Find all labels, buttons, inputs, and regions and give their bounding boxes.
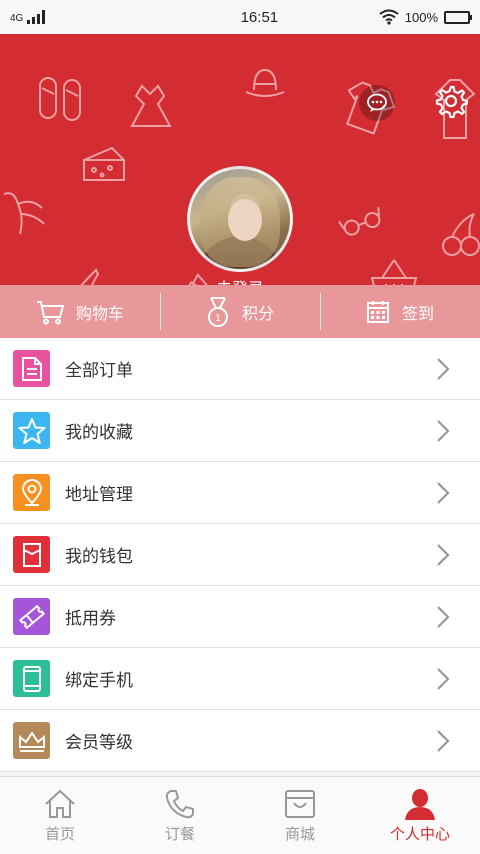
tab-label: 订餐 bbox=[164, 825, 195, 843]
gear-icon[interactable] bbox=[434, 84, 468, 118]
medal-icon: 1 bbox=[207, 296, 228, 327]
battery-icon bbox=[444, 10, 472, 24]
menu-item-label: 我的钱包 bbox=[65, 547, 133, 567]
menu-item-label: 会员等级 bbox=[65, 733, 133, 753]
lobster-icon bbox=[3, 192, 45, 235]
svg-text:1: 1 bbox=[215, 313, 221, 324]
menu-item-label: 绑定手机 bbox=[65, 671, 133, 691]
cart-label: 购物车 bbox=[75, 303, 124, 323]
avatar[interactable] bbox=[187, 166, 293, 272]
message-icon bbox=[367, 93, 387, 112]
menu-item-membership[interactable]: 会员等级 bbox=[0, 710, 480, 772]
cart-button[interactable]: 购物车 bbox=[0, 285, 160, 338]
menu-item-label: 地址管理 bbox=[65, 485, 133, 505]
message-button[interactable] bbox=[359, 85, 395, 121]
ticket-icon bbox=[13, 598, 50, 635]
tab-label: 商城 bbox=[284, 825, 315, 843]
chevron-right-icon bbox=[437, 606, 450, 628]
cheese-icon bbox=[83, 146, 125, 181]
quick-action-bar: 购物车 1 积分 签到 bbox=[0, 285, 480, 338]
tab-order[interactable]: 订餐 bbox=[120, 777, 240, 854]
chevron-right-icon bbox=[437, 730, 450, 752]
menu-item-label: 抵用券 bbox=[65, 609, 116, 629]
sandals-icon bbox=[39, 77, 81, 121]
bottom-tab-bar: 首页 订餐 商城 个人中心 bbox=[0, 776, 480, 854]
menu-item-coupons[interactable]: 抵用券 bbox=[0, 586, 480, 648]
status-left: 4G bbox=[10, 10, 160, 24]
tab-label: 首页 bbox=[44, 825, 75, 843]
chevron-right-icon bbox=[437, 544, 450, 566]
profile-header: 未登录 bbox=[0, 34, 480, 285]
tab-home[interactable]: 首页 bbox=[0, 777, 120, 854]
crown-icon bbox=[13, 722, 50, 759]
shop-bag-icon bbox=[285, 790, 315, 818]
network-label: 4G bbox=[10, 13, 24, 24]
chevron-right-icon bbox=[437, 420, 450, 442]
checkin-button[interactable]: 签到 bbox=[320, 285, 480, 338]
cherry-icon bbox=[442, 213, 480, 256]
phone-icon bbox=[13, 660, 50, 697]
login-status-label[interactable]: 未登录 bbox=[0, 275, 480, 285]
menu-item-favorites[interactable]: 我的收藏 bbox=[0, 400, 480, 462]
clock: 16:51 bbox=[240, 8, 279, 26]
wallet-icon bbox=[13, 536, 50, 573]
chevron-right-icon bbox=[437, 358, 450, 380]
cart-icon bbox=[36, 300, 64, 324]
tab-mall[interactable]: 商城 bbox=[240, 777, 360, 854]
phone-call-icon bbox=[165, 790, 194, 819]
document-icon bbox=[13, 350, 50, 387]
screen: 4G 16:51 100% 购物车 1 积分 签到 全部订单 我的收藏 地址管理… bbox=[0, 0, 480, 854]
home-icon bbox=[45, 789, 75, 818]
signal-icon bbox=[27, 10, 46, 24]
points-button[interactable]: 1 积分 bbox=[160, 285, 320, 338]
glasses-icon bbox=[338, 207, 381, 236]
calendar-icon bbox=[366, 300, 389, 323]
chevron-right-icon bbox=[437, 482, 450, 504]
star-icon bbox=[13, 412, 50, 449]
battery-percent: 100% bbox=[404, 9, 438, 25]
wifi-icon bbox=[379, 9, 399, 25]
tab-label: 个人中心 bbox=[389, 825, 450, 843]
menu-item-orders[interactable]: 全部订单 bbox=[0, 338, 480, 400]
checkin-label: 签到 bbox=[401, 303, 434, 323]
chevron-right-icon bbox=[437, 668, 450, 690]
user-icon bbox=[405, 789, 435, 820]
hat-icon bbox=[245, 68, 285, 97]
menu-item-bind-phone[interactable]: 绑定手机 bbox=[0, 648, 480, 710]
status-bar: 4G 16:51 100% bbox=[0, 0, 480, 34]
status-right: 100% bbox=[379, 9, 472, 25]
dress-icon bbox=[130, 84, 172, 127]
menu-item-address[interactable]: 地址管理 bbox=[0, 462, 480, 524]
points-label: 积分 bbox=[241, 303, 274, 323]
menu-item-label: 全部订单 bbox=[65, 361, 133, 381]
menu-item-label: 我的收藏 bbox=[65, 423, 133, 443]
menu-item-wallet[interactable]: 我的钱包 bbox=[0, 524, 480, 586]
tab-profile[interactable]: 个人中心 bbox=[360, 777, 480, 854]
location-icon bbox=[13, 474, 50, 511]
menu-list: 全部订单 我的收藏 地址管理 我的钱包 抵用券 绑定手机 会员等级 bbox=[0, 338, 480, 772]
